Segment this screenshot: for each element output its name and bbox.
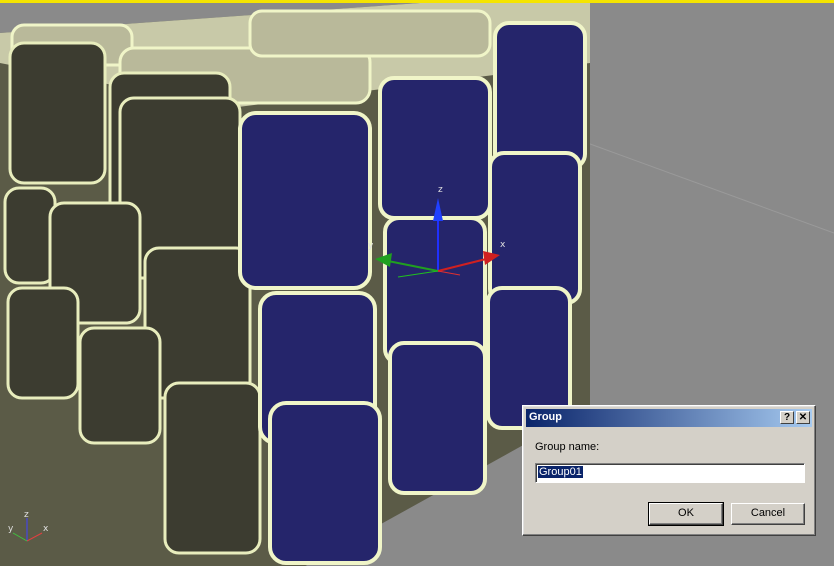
grid-lines: [559, 132, 834, 234]
cancel-button[interactable]: Cancel: [731, 503, 805, 525]
group-name-input[interactable]: Group01: [535, 463, 805, 483]
help-button[interactable]: ?: [780, 411, 794, 424]
gizmo-x-label: x: [500, 240, 506, 250]
group-dialog: Group ? ✕ Group name: Group01 OK Cancel: [522, 405, 816, 536]
tripod-x-label: x: [43, 524, 49, 534]
close-button[interactable]: ✕: [796, 411, 810, 424]
gizmo-z-label: z: [438, 185, 443, 195]
tripod-y-label: y: [8, 524, 14, 534]
tripod-z-label: z: [24, 510, 29, 520]
rubiks-cube[interactable]: [0, 3, 590, 566]
ok-button[interactable]: OK: [648, 502, 724, 526]
dialog-title: Group: [529, 411, 562, 423]
group-name-value: Group01: [538, 466, 583, 478]
dialog-titlebar[interactable]: Group ? ✕: [526, 409, 812, 427]
gizmo-y-label: y: [368, 241, 374, 251]
group-name-label: Group name:: [535, 441, 600, 453]
